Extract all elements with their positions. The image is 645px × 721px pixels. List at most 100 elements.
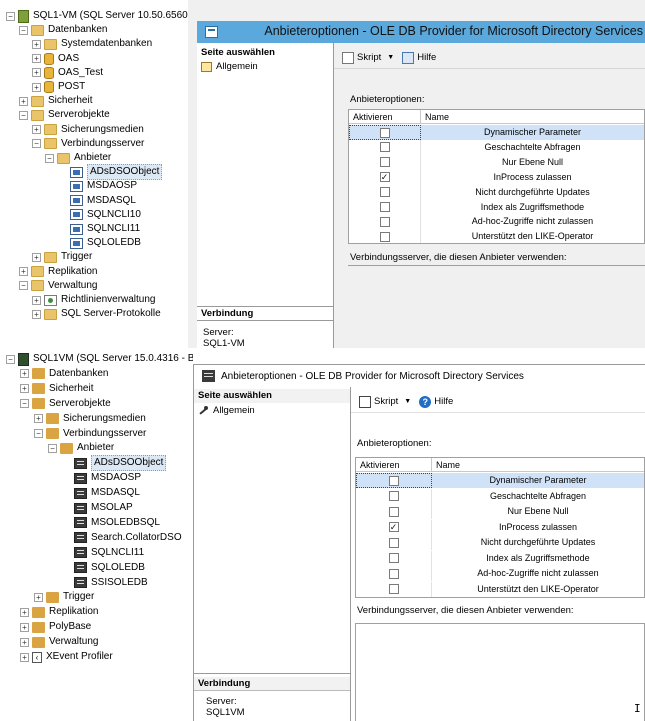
tree-item[interactable]: + Replikation xyxy=(20,605,98,619)
tree-item[interactable]: SQLOLEDB xyxy=(58,236,141,250)
tree-item[interactable]: + POST xyxy=(32,80,85,94)
collapse-icon[interactable]: − xyxy=(45,153,54,163)
tree-item[interactable]: − SQL1VM (SQL Server 15.0.4316 - BKI xyxy=(6,352,193,366)
tree-item[interactable]: ADsDSOObject xyxy=(62,455,167,472)
help-button-new[interactable]: ? Hilfe xyxy=(419,395,453,408)
tree-item[interactable]: − Verbindungsserver xyxy=(32,137,144,151)
tree-item[interactable]: − Datenbanken xyxy=(19,23,108,37)
option-checkbox[interactable] xyxy=(388,568,399,579)
tree-item[interactable]: + Verwaltung xyxy=(20,635,98,649)
expand-icon[interactable]: + xyxy=(34,414,43,424)
collapse-icon[interactable]: − xyxy=(34,429,43,438)
option-checkbox[interactable] xyxy=(379,142,390,153)
option-row[interactable]: Geschachtelte Abfragen xyxy=(349,139,644,155)
collapse-icon[interactable]: − xyxy=(48,443,57,453)
option-row[interactable]: Dynamischer Parameter xyxy=(349,125,644,140)
tree-item[interactable]: + OAS xyxy=(32,52,79,66)
tree-item[interactable]: + Richtlinienverwaltung xyxy=(32,293,156,307)
tree-item[interactable]: + Systemdatenbanken xyxy=(32,37,152,51)
expand-icon[interactable]: + xyxy=(32,295,41,305)
option-checkbox[interactable] xyxy=(379,231,390,242)
tree-item[interactable]: + XEvent Profiler xyxy=(20,650,113,664)
tree-item[interactable]: + Sicherheit xyxy=(20,382,93,396)
option-checkbox[interactable] xyxy=(389,475,399,486)
tree-item[interactable]: − Verbindungsserver xyxy=(34,427,146,441)
expand-icon[interactable]: + xyxy=(19,267,28,277)
option-checkbox[interactable] xyxy=(379,187,390,198)
collapse-icon[interactable]: − xyxy=(6,354,15,364)
option-row[interactable]: Dynamischer Parameter xyxy=(356,473,644,488)
help-button[interactable]: Hilfe xyxy=(402,51,436,64)
expand-icon[interactable]: + xyxy=(19,96,28,106)
option-checkbox[interactable] xyxy=(388,491,399,501)
option-row[interactable]: Ad-hoc-Zugriffe nicht zulassen xyxy=(349,214,644,230)
expand-icon[interactable]: + xyxy=(32,82,41,92)
expand-icon[interactable]: + xyxy=(32,68,41,78)
tree-item[interactable]: ADsDSOObject xyxy=(58,164,163,181)
tree-item[interactable]: MSDAOSP xyxy=(58,179,137,193)
tree-item[interactable]: + Sicherungsmedien xyxy=(34,412,146,426)
script-dropdown-icon-new[interactable]: ▼ xyxy=(404,398,411,405)
tree-item[interactable]: MSDAOSP xyxy=(62,471,141,485)
script-button[interactable]: Skript xyxy=(342,51,381,64)
option-row[interactable]: Unterstützt den LIKE-Operator xyxy=(356,581,644,597)
tree-item[interactable]: MSDASQL xyxy=(58,194,136,208)
tree-item[interactable]: MSDASQL xyxy=(62,486,140,500)
option-checkbox[interactable] xyxy=(388,553,399,563)
option-checkbox[interactable] xyxy=(379,216,390,227)
option-checkbox[interactable] xyxy=(379,202,390,212)
expand-icon[interactable]: + xyxy=(32,39,41,49)
expand-icon[interactable]: + xyxy=(20,637,29,647)
column-header-name[interactable]: Name xyxy=(432,458,460,472)
expand-icon[interactable]: + xyxy=(32,309,41,319)
collapse-icon[interactable]: − xyxy=(19,110,28,120)
expand-icon[interactable]: + xyxy=(34,592,43,602)
expand-icon[interactable]: + xyxy=(20,622,29,632)
tree-item[interactable]: − SQL1-VM (SQL Server 10.50.6560 - BK xyxy=(6,9,188,23)
option-row[interactable]: Unterstützt den LIKE-Operator xyxy=(349,229,644,243)
option-row[interactable]: Index als Zugriffsmethode xyxy=(356,550,644,566)
option-row[interactable]: Nicht durchgeführte Updates xyxy=(356,535,644,550)
option-checkbox[interactable] xyxy=(379,157,390,168)
tree-item[interactable]: + Datenbanken xyxy=(20,367,109,381)
page-general[interactable]: Allgemein xyxy=(201,60,258,73)
expand-icon[interactable]: + xyxy=(32,125,41,135)
option-checkbox[interactable]: ✓ xyxy=(388,522,399,532)
tree-item[interactable]: − Anbieter xyxy=(45,151,111,165)
collapse-icon[interactable]: − xyxy=(19,25,28,35)
tree-item[interactable]: + Sicherungsmedien xyxy=(32,123,144,137)
expand-icon[interactable]: + xyxy=(32,54,41,64)
option-row[interactable]: Index als Zugriffsmethode xyxy=(349,199,644,215)
tree-item[interactable]: + PolyBase xyxy=(20,620,91,634)
expand-icon[interactable]: + xyxy=(20,384,29,394)
column-header-enable[interactable]: Aktivieren xyxy=(356,458,432,472)
collapse-icon[interactable]: − xyxy=(32,139,41,149)
tree-item[interactable]: + Trigger xyxy=(34,590,94,604)
expand-icon[interactable]: + xyxy=(32,252,41,262)
tree-item[interactable]: Search.CollatorDSO xyxy=(62,531,182,545)
tree-item[interactable]: SQLNCLI10 xyxy=(58,208,141,222)
tree-item[interactable]: MSOLAP xyxy=(62,501,133,515)
options-grid-new[interactable]: Aktivieren Name Dynamischer Parameter Gesch… xyxy=(355,457,645,598)
option-checkbox[interactable] xyxy=(380,127,390,138)
options-grid[interactable]: Aktivieren Name Dynamischer Parameter Gesch… xyxy=(348,109,645,244)
tree-item[interactable]: + Sicherheit xyxy=(19,94,92,108)
tree-item[interactable]: + Replikation xyxy=(19,265,97,279)
tree-item[interactable]: SQLNCLI11 xyxy=(62,546,144,560)
expand-icon[interactable]: + xyxy=(20,369,29,379)
tree-item[interactable]: + SQL Server-Protokolle xyxy=(32,307,161,321)
expand-icon[interactable]: + xyxy=(20,652,29,662)
option-row[interactable]: ✓ InProcess zulassen xyxy=(356,519,644,535)
expand-icon[interactable]: + xyxy=(20,607,29,617)
tree-item[interactable]: SQLNCLI11 xyxy=(58,222,140,236)
tree-item[interactable]: − Anbieter xyxy=(48,441,114,455)
collapse-icon[interactable]: − xyxy=(6,11,15,21)
tree-item[interactable]: − Serverobjekte xyxy=(20,397,111,411)
option-row[interactable]: Nicht durchgeführte Updates xyxy=(349,184,644,200)
tree-item[interactable]: + Trigger xyxy=(32,250,92,264)
option-checkbox[interactable] xyxy=(388,506,399,517)
collapse-icon[interactable]: − xyxy=(19,281,28,291)
tree-item[interactable]: SSISOLEDB xyxy=(62,576,148,590)
linked-servers-list-new[interactable] xyxy=(355,623,645,721)
tree-item[interactable]: − Verwaltung xyxy=(19,279,97,293)
